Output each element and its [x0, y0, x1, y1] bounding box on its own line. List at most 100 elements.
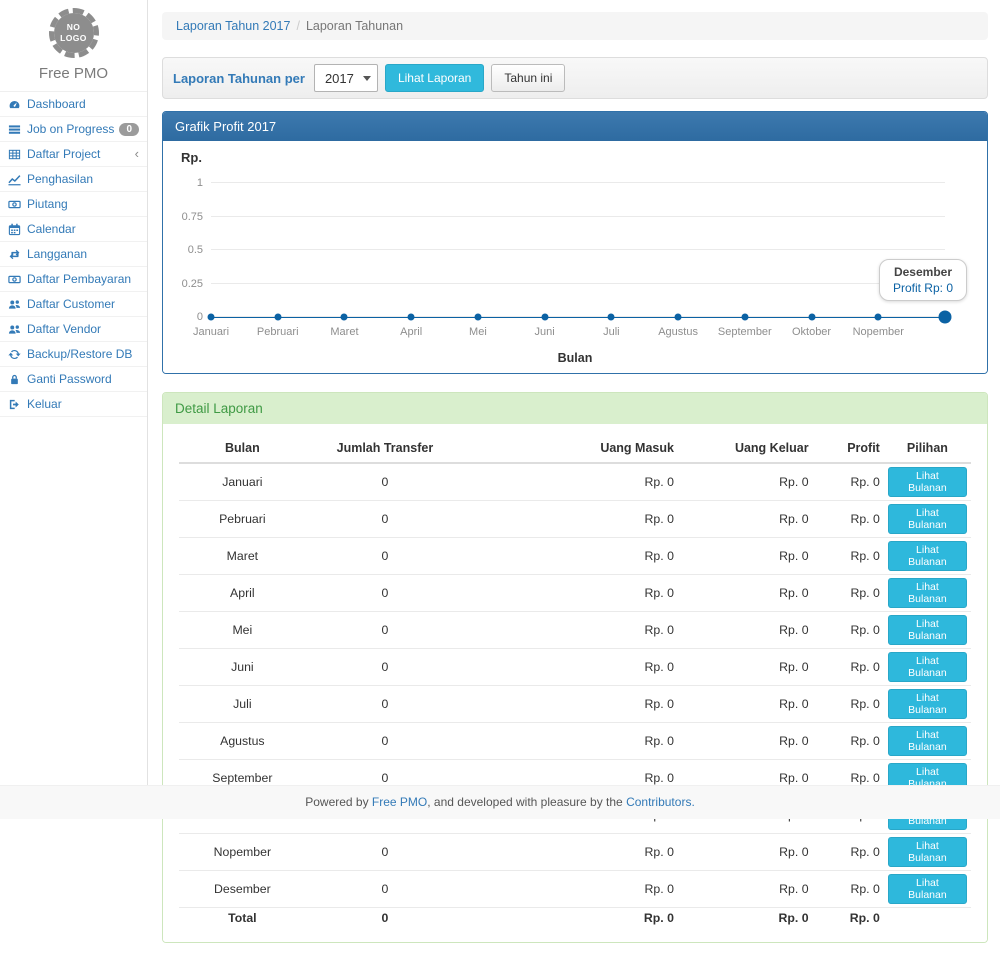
lihat-bulanan-button[interactable]: Lihat Bulanan	[888, 467, 967, 497]
lihat-bulanan-button[interactable]: Lihat Bulanan	[888, 541, 967, 571]
col-header-jumlah: Jumlah Transfer	[306, 434, 464, 463]
col-header-profit: Profit	[813, 434, 884, 463]
sidebar-item-daftar-customer[interactable]: Daftar Customer	[0, 292, 147, 317]
contributors-link[interactable]: Contributors.	[626, 795, 695, 809]
data-point-april[interactable]	[408, 314, 415, 321]
breadcrumb-separator: /	[296, 19, 299, 33]
data-point-maret[interactable]	[341, 314, 348, 321]
cell-bulan: Nopember	[179, 834, 306, 871]
breadcrumb-current: Laporan Tahunan	[306, 19, 403, 33]
sidebar-item-job-on-progress[interactable]: Job on Progress0	[0, 117, 147, 142]
cell-masuk: Rp. 0	[464, 834, 678, 871]
sidebar-item-langganan[interactable]: Langganan	[0, 242, 147, 267]
dashboard-icon	[8, 98, 22, 111]
cell-bulan: Agustus	[179, 723, 306, 760]
cell-pilihan: Lihat Bulanan	[884, 538, 971, 575]
table-total-row: Total0Rp. 0Rp. 0Rp. 0	[179, 908, 971, 929]
lihat-bulanan-button[interactable]: Lihat Bulanan	[888, 837, 967, 867]
lihat-bulanan-button[interactable]: Lihat Bulanan	[888, 689, 967, 719]
data-point-juli[interactable]	[608, 314, 615, 321]
profit-chart-panel: Grafik Profit 2017 Rp. 00.250.50.751 Jan…	[162, 111, 988, 374]
cell-pilihan: Lihat Bulanan	[884, 834, 971, 871]
cell-profit: Rp. 0	[813, 501, 884, 538]
detail-panel-body: Bulan Jumlah Transfer Uang Masuk Uang Ke…	[163, 424, 987, 942]
table-row: Nopember0Rp. 0Rp. 0Rp. 0Lihat Bulanan	[179, 834, 971, 871]
year-select[interactable]: 2017	[314, 64, 378, 92]
cell-bulan: Desember	[179, 871, 306, 908]
cell-keluar: Rp. 0	[678, 723, 813, 760]
cell-masuk: Rp. 0	[464, 538, 678, 575]
cell-pilihan: Lihat Bulanan	[884, 649, 971, 686]
data-point-juni[interactable]	[541, 314, 548, 321]
lihat-bulanan-button[interactable]: Lihat Bulanan	[888, 874, 967, 904]
sidebar-item-ganti-password[interactable]: Ganti Password	[0, 367, 147, 392]
data-point-oktober[interactable]	[808, 314, 815, 321]
cell-jumlah: 0	[306, 538, 464, 575]
cell-pilihan: Lihat Bulanan	[884, 871, 971, 908]
sidebar-item-label: Langganan	[27, 247, 87, 261]
footer-text-prefix: Powered by	[305, 795, 372, 809]
cell-profit: Rp. 0	[813, 463, 884, 501]
sidebar-item-dashboard[interactable]: Dashboard	[0, 92, 147, 117]
sidebar-item-piutang[interactable]: Piutang	[0, 192, 147, 217]
cell-pilihan: Lihat Bulanan	[884, 463, 971, 501]
cell-pilihan: Lihat Bulanan	[884, 501, 971, 538]
gridline	[211, 216, 945, 217]
data-point-nopember[interactable]	[875, 314, 882, 321]
sidebar-item-calendar[interactable]: Calendar	[0, 217, 147, 242]
lihat-bulanan-button[interactable]: Lihat Bulanan	[888, 615, 967, 645]
footer: Powered by Free PMO, and developed with …	[0, 785, 1000, 819]
x-tick-label: April	[400, 326, 422, 338]
table-header-row: Bulan Jumlah Transfer Uang Masuk Uang Ke…	[179, 434, 971, 463]
footer-text-middle: , and developed with pleasure by the	[427, 795, 626, 809]
table-row: April0Rp. 0Rp. 0Rp. 0Lihat Bulanan	[179, 575, 971, 612]
y-tick-label: 0.25	[182, 278, 203, 290]
x-axis-labels: JanuariPebruariMaretAprilMeiJuniJuliAgus…	[211, 326, 945, 339]
sidebar-item-label: Daftar Project	[27, 147, 100, 161]
cell-pilihan	[884, 908, 971, 929]
cell-profit: Rp. 0	[813, 908, 884, 929]
chevron-down-icon	[363, 76, 371, 81]
free-pmo-link[interactable]: Free PMO	[372, 795, 427, 809]
lihat-laporan-button[interactable]: Lihat Laporan	[385, 64, 484, 92]
year-select-value: 2017	[325, 71, 354, 86]
breadcrumb-link[interactable]: Laporan Tahun 2017	[176, 19, 290, 33]
sidebar-item-daftar-pembayaran[interactable]: Daftar Pembayaran	[0, 267, 147, 292]
data-point-pebruari[interactable]	[274, 314, 281, 321]
y-tick-label: 1	[197, 177, 203, 189]
cell-bulan: Mei	[179, 612, 306, 649]
data-point-januari[interactable]	[208, 314, 215, 321]
cell-profit: Rp. 0	[813, 575, 884, 612]
table-row: Juni0Rp. 0Rp. 0Rp. 0Lihat Bulanan	[179, 649, 971, 686]
lihat-bulanan-button[interactable]: Lihat Bulanan	[888, 726, 967, 756]
sidebar-item-backup-restore-db[interactable]: Backup/Restore DB	[0, 342, 147, 367]
money-icon	[8, 273, 22, 286]
col-header-masuk: Uang Masuk	[464, 434, 678, 463]
data-point-desember[interactable]	[939, 311, 952, 324]
sidebar-item-label: Backup/Restore DB	[27, 347, 132, 361]
sidebar-item-label: Daftar Customer	[27, 297, 115, 311]
cell-keluar: Rp. 0	[678, 834, 813, 871]
table-row: Januari0Rp. 0Rp. 0Rp. 0Lihat Bulanan	[179, 463, 971, 501]
data-point-mei[interactable]	[474, 314, 481, 321]
report-table-body: Januari0Rp. 0Rp. 0Rp. 0Lihat BulananPebr…	[179, 463, 971, 928]
sidebar-item-daftar-project[interactable]: Daftar Project ‹	[0, 142, 147, 167]
lihat-bulanan-button[interactable]: Lihat Bulanan	[888, 504, 967, 534]
sidebar-item-daftar-vendor[interactable]: Daftar Vendor	[0, 317, 147, 342]
lihat-bulanan-button[interactable]: Lihat Bulanan	[888, 578, 967, 608]
sidebar-item-keluar[interactable]: Keluar	[0, 392, 147, 417]
cell-bulan: Juli	[179, 686, 306, 723]
table-row: Pebruari0Rp. 0Rp. 0Rp. 0Lihat Bulanan	[179, 501, 971, 538]
chart-body: Rp. 00.250.50.751 JanuariPebruariMaretAp…	[163, 141, 987, 373]
sidebar-item-penghasilan[interactable]: Penghasilan	[0, 167, 147, 192]
chevron-left-icon: ‹	[135, 149, 139, 159]
cell-masuk: Rp. 0	[464, 686, 678, 723]
table-row: Juli0Rp. 0Rp. 0Rp. 0Lihat Bulanan	[179, 686, 971, 723]
data-point-september[interactable]	[741, 314, 748, 321]
cell-masuk: Rp. 0	[464, 871, 678, 908]
lihat-bulanan-button[interactable]: Lihat Bulanan	[888, 652, 967, 682]
tahun-ini-button[interactable]: Tahun ini	[491, 64, 565, 92]
data-point-agustus[interactable]	[675, 314, 682, 321]
cell-keluar: Rp. 0	[678, 612, 813, 649]
table-row: Maret0Rp. 0Rp. 0Rp. 0Lihat Bulanan	[179, 538, 971, 575]
